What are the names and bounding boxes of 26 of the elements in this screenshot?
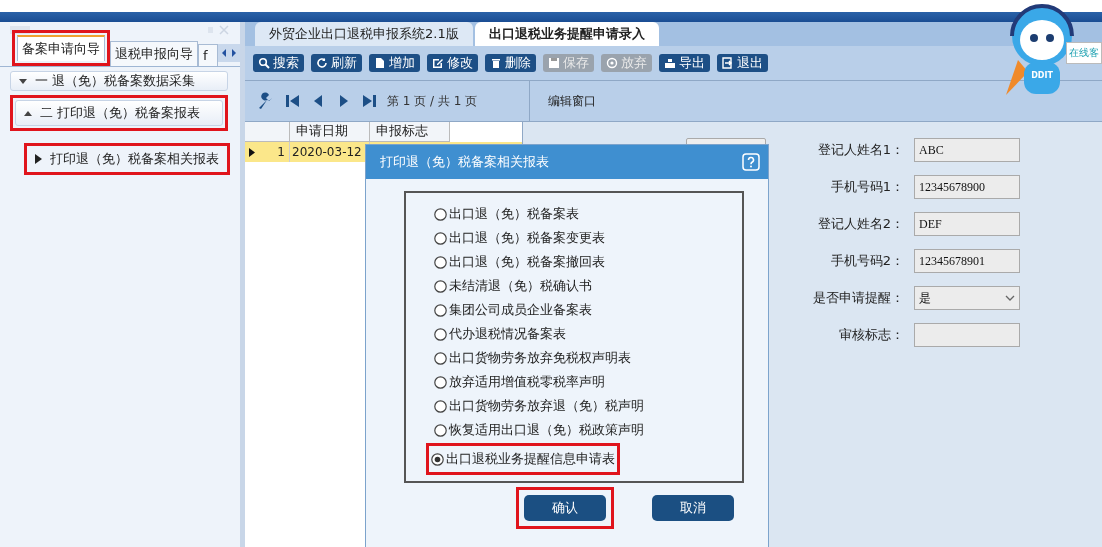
tree-label: 二 打印退（免）税备案报表 [40, 104, 201, 122]
field-label: 手机号码2： [829, 252, 904, 270]
option-label: 集团公司成员企业备案表 [449, 301, 592, 319]
option-label: 出口货物劳务放弃免税权声明表 [449, 349, 631, 367]
option-label: 恢复适用出口退（免）税政策声明 [449, 421, 644, 439]
option-label: 出口退（免）税备案撤回表 [449, 253, 605, 271]
dialog-title: 打印退（免）税备案相关报表 [380, 153, 549, 171]
panel-title: 编辑窗口 [548, 92, 596, 110]
option-label: 放弃适用增值税零税率声明 [449, 373, 605, 391]
option-label: 未结清退（免）税确认书 [449, 277, 592, 295]
option-label: 代办退税情况备案表 [449, 325, 566, 343]
field-label: 是否申请提醒： [812, 289, 904, 307]
row-number: 1 [277, 145, 285, 159]
field-label: 审核标志： [838, 326, 904, 344]
tree-label: 打印退（免）税备案相关报表 [50, 150, 219, 168]
field-label: 登记人姓名2： [816, 215, 904, 233]
option-label: 出口货物劳务放弃退（免）税声明 [449, 397, 644, 415]
column-header: 申请日期 [290, 122, 370, 142]
field-label: 登记人姓名1： [816, 141, 904, 159]
option-label: 出口退（免）税备案变更表 [449, 229, 605, 247]
column-header: 申报标志 [370, 122, 450, 142]
option-label: 出口退（免）税备案表 [449, 205, 579, 223]
option-label: 出口退税业务提醒信息申请表 [446, 450, 615, 468]
tree-label: 一 退（免）税备案数据采集 [35, 72, 196, 90]
field-label: 手机号码1： [829, 178, 904, 196]
page-indicator: 第 1 页 / 共 1 页 [387, 92, 478, 110]
